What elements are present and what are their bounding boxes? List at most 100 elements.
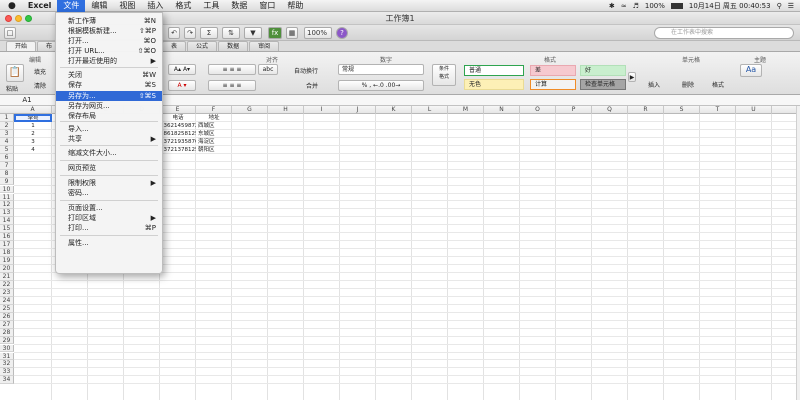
file-menu-item[interactable]: 新工作薄 ⌘N [56, 16, 162, 26]
merge-button[interactable]: 合并 [306, 81, 318, 90]
row-header[interactable]: 7 [0, 161, 14, 170]
row-header[interactable]: 33 [0, 368, 14, 377]
file-menu-item[interactable]: 共享 ▶ [56, 134, 162, 144]
cell-phone[interactable]: 13721935876 [160, 138, 196, 146]
row-header[interactable]: 11 [0, 193, 14, 202]
menu-data[interactable]: 数据 [225, 0, 253, 12]
file-menu-item[interactable]: 另存为网页... [56, 101, 162, 111]
row-header[interactable]: 12 [0, 201, 14, 210]
column-header-Q[interactable]: Q [592, 106, 628, 114]
row-header[interactable]: 22 [0, 280, 14, 289]
file-menu-item[interactable]: 缩减文件大小... [56, 148, 162, 158]
row-header[interactable]: 8 [0, 169, 14, 178]
row-header[interactable]: 30 [0, 344, 14, 353]
wrap-text-button[interactable]: 自动换行 [294, 66, 318, 75]
row-header[interactable]: 27 [0, 320, 14, 329]
column-header-O[interactable]: O [520, 106, 556, 114]
file-menu-item[interactable]: 保存 ⌘S [56, 80, 162, 90]
row-header[interactable]: 9 [0, 177, 14, 186]
tab-formulas[interactable]: 公式 [187, 41, 218, 51]
row-header[interactable]: 19 [0, 257, 14, 265]
text-orientation-icon[interactable]: abc [258, 64, 278, 75]
clear-button[interactable]: 清除 [34, 81, 46, 90]
menu-format[interactable]: 格式 [169, 0, 197, 12]
wifi-icon[interactable]: ≈ [621, 2, 627, 10]
zoom-select[interactable]: 100% [304, 27, 332, 39]
cell-phone[interactable]: 18618258125 [160, 130, 196, 138]
redo-icon[interactable]: ↷ [184, 27, 196, 39]
paste-icon[interactable]: 📋 [6, 64, 24, 82]
help-icon[interactable]: ? [336, 27, 348, 39]
menu-file[interactable]: 文件 [57, 0, 86, 12]
cell-address[interactable]: 西城区 [196, 122, 232, 130]
menu-excel[interactable]: Excel [22, 0, 58, 12]
cell-style-3[interactable]: 无色 [464, 79, 524, 90]
column-header-G[interactable]: G [232, 106, 268, 114]
row-header[interactable]: 2 [0, 121, 14, 130]
row-header[interactable]: 1 [0, 114, 14, 122]
menu-edit[interactable]: 编辑 [85, 0, 113, 12]
cell-style-2[interactable]: 好 [580, 65, 626, 76]
delete-cells-button[interactable]: 删除 [682, 80, 694, 89]
cell-style-1[interactable]: 差 [530, 65, 576, 76]
sort-icon[interactable]: ⇅ [222, 27, 240, 39]
row-header[interactable]: 14 [0, 217, 14, 226]
column-header-R[interactable]: R [628, 106, 664, 114]
row-header[interactable]: 25 [0, 304, 14, 313]
name-box[interactable]: A1 [2, 96, 52, 105]
battery-percent[interactable]: 100% [645, 2, 665, 10]
autosum-icon[interactable]: Σ [200, 27, 218, 39]
row-header[interactable]: 3 [0, 129, 14, 138]
row-header[interactable]: 5 [0, 145, 14, 154]
font-color-icon[interactable]: A ▾ [168, 80, 196, 91]
cell-id[interactable]: 3 [14, 138, 52, 146]
column-header-J[interactable]: J [340, 106, 376, 114]
row-header[interactable]: 21 [0, 273, 14, 281]
cell-phone[interactable]: 13721378125 [160, 146, 196, 154]
cell-address[interactable]: 东城区 [196, 130, 232, 138]
cell-id[interactable]: 2 [14, 130, 52, 138]
column-header-P[interactable]: P [556, 106, 592, 114]
column-header-I[interactable]: I [304, 106, 340, 114]
menu-help[interactable]: 帮助 [281, 0, 309, 12]
row-header[interactable]: 34 [0, 376, 14, 385]
undo-icon[interactable]: ↶ [168, 27, 180, 39]
row-header[interactable]: 16 [0, 233, 14, 242]
format-cells-button[interactable]: 格式 [712, 80, 724, 89]
conditional-format-button[interactable]: 条件 格式 [432, 64, 456, 86]
vertical-scrollbar[interactable] [796, 106, 800, 400]
filter-icon[interactable]: ▼ [244, 27, 262, 39]
file-menu-item[interactable]: 打印... ⌘P [56, 223, 162, 233]
row-header[interactable]: 28 [0, 328, 14, 337]
formula-builder-icon[interactable]: fx [268, 27, 282, 39]
file-menu-item[interactable]: 打印区域 ▶ [56, 213, 162, 223]
row-header[interactable]: 10 [0, 185, 14, 194]
clock[interactable]: 10月14日 周五 00:40:53 [689, 1, 771, 11]
search-input[interactable]: 在工作表中搜索 [654, 27, 794, 39]
cell-address[interactable]: 海淀区 [196, 138, 232, 146]
file-menu-item[interactable]: 关闭 ⌘W [56, 70, 162, 80]
row-header[interactable]: 29 [0, 336, 14, 345]
file-menu-item[interactable]: 保存布局 [56, 111, 162, 121]
number-format-buttons[interactable]: % , ←.0 .00→ [338, 80, 424, 91]
column-header-L[interactable]: L [412, 106, 448, 114]
file-menu-item[interactable]: 网页预览 [56, 163, 162, 173]
gallery-icon[interactable]: ▦ [286, 27, 298, 39]
file-menu-item[interactable]: 属性... [56, 238, 162, 248]
file-menu-item[interactable]: 另存为... ⇧⌘S [56, 91, 162, 101]
style-gallery-more-icon[interactable]: ▶ [628, 72, 636, 82]
column-header-S[interactable]: S [664, 106, 700, 114]
column-header-K[interactable]: K [376, 106, 412, 114]
file-menu-item[interactable]: 密码... [56, 188, 162, 198]
volume-icon[interactable]: ♬ [633, 2, 639, 10]
tab-tables[interactable]: 表 [162, 41, 187, 51]
menu-window[interactable]: 窗口 [253, 0, 281, 12]
file-menu-item[interactable]: 页面设置... [56, 203, 162, 213]
cell-style-0[interactable]: 普通 [464, 65, 524, 76]
column-header-H[interactable]: H [268, 106, 304, 114]
column-header-A[interactable]: A [14, 106, 52, 114]
row-header[interactable]: 18 [0, 249, 14, 258]
row-header[interactable]: 31 [0, 352, 14, 361]
file-menu-item[interactable]: 打开 URL... ⇧⌘O [56, 46, 162, 56]
tab-data[interactable]: 数据 [218, 41, 249, 51]
